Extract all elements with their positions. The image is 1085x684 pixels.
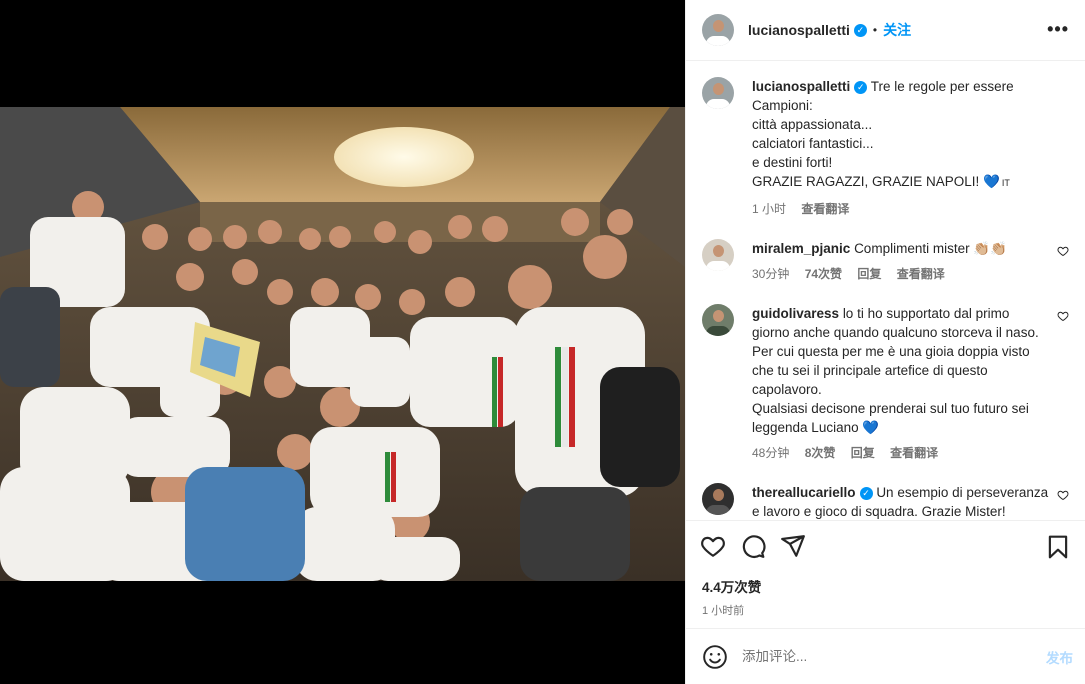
verified-badge-icon: ✓ [853, 23, 867, 37]
caption-line: Tre le regole per essere [870, 79, 1014, 94]
likes-count[interactable]: 4.4万次赞 [702, 576, 1069, 596]
comment: miralem_pjanic Complimenti mister 👏🏼👏🏼 3… [702, 239, 1069, 284]
comment-line: Un esempio di perseveranza [876, 485, 1049, 500]
comment-bubble-icon[interactable] [740, 533, 766, 559]
reply-button[interactable]: 回复 [851, 446, 875, 460]
likes-section: 4.4万次赞 1 小时前 [686, 570, 1085, 628]
comment-line: leggenda Luciano 💙 [752, 420, 880, 435]
like-comment-heart-icon[interactable] [1057, 245, 1069, 257]
verified-badge-icon: ✓ [859, 486, 873, 500]
translate-link[interactable]: 查看翻译 [897, 267, 945, 281]
avatar[interactable] [702, 14, 734, 46]
author-username[interactable]: lucianospalletti [748, 22, 850, 38]
comment-author[interactable]: miralem_pjanic [752, 241, 850, 256]
comment-likes[interactable]: 8次赞 [805, 446, 836, 460]
comment-line: e lavoro e gioco di squadra. Grazie Mist… [752, 504, 1006, 519]
language-tag: IT [1001, 178, 1010, 188]
comment: guidolivaress lo ti ho supportato dal pr… [702, 304, 1069, 463]
comment-author[interactable]: thereallucariello [752, 485, 856, 500]
post-actions [686, 520, 1085, 570]
verified-badge-icon: ✓ [854, 80, 868, 94]
comment: thereallucariello ✓ Un esempio di perseve… [702, 483, 1069, 520]
share-send-icon[interactable] [780, 533, 806, 559]
caption-line: calciatori fantastici... [752, 136, 874, 151]
comment-input[interactable] [742, 649, 1002, 664]
caption-line: GRAZIE RAGAZZI, GRAZIE NAPOLI! 💙 [752, 174, 1000, 189]
avatar[interactable] [702, 239, 734, 271]
post-sidebar: lucianospalletti ✓ • 关注 ••• lucianospall… [685, 0, 1085, 684]
comment-line: lo ti ho supportato dal primo [842, 306, 1010, 321]
emoji-icon[interactable] [702, 644, 728, 670]
post-header: lucianospalletti ✓ • 关注 ••• [686, 0, 1085, 61]
comment-line: capolavoro. [752, 382, 822, 397]
caption-line: Campioni: [752, 98, 813, 113]
comment-author[interactable]: guidolivaress [752, 306, 839, 321]
comment-line: che tu sei il principale artefice di que… [752, 363, 988, 378]
caption: lucianospalletti ✓ Tre le regole per esse… [702, 77, 1069, 219]
reply-button[interactable]: 回复 [857, 267, 881, 281]
separator-dot: • [872, 23, 878, 37]
caption-time: 1 小时 [752, 202, 787, 216]
comment-line: giorno anche quando qualcuno storceva il… [752, 325, 1039, 340]
translate-link[interactable]: 查看翻译 [801, 202, 849, 216]
post-time: 1 小时前 [702, 605, 745, 617]
team-celebration-photo [0, 107, 685, 581]
comment-composer: 发布 [686, 628, 1085, 684]
comment-time: 30分钟 [752, 267, 790, 281]
comments-list[interactable]: lucianospalletti ✓ Tre le regole per esse… [686, 61, 1085, 520]
caption-line: e destini forti! [752, 155, 833, 170]
post-media[interactable] [0, 0, 685, 684]
comment-line: Per cui questa per me è una gioia doppia… [752, 344, 1030, 359]
avatar[interactable] [702, 77, 734, 109]
comment-likes[interactable]: 74次赞 [805, 267, 842, 281]
translate-link[interactable]: 查看翻译 [890, 446, 938, 460]
comment-line: Qualsiasi decisone prenderai sul tuo fut… [752, 401, 1029, 416]
bookmark-icon[interactable] [1045, 534, 1071, 560]
comment-time: 48分钟 [752, 446, 790, 460]
caption-line: città appassionata... [752, 117, 873, 132]
avatar[interactable] [702, 483, 734, 515]
comment-text: Complimenti mister 👏🏼👏🏼 [854, 241, 1007, 256]
more-options-icon[interactable]: ••• [1047, 20, 1069, 38]
like-comment-heart-icon[interactable] [1057, 310, 1069, 322]
avatar[interactable] [702, 304, 734, 336]
like-comment-heart-icon[interactable] [1057, 489, 1069, 501]
caption-author[interactable]: lucianospalletti [752, 79, 850, 94]
like-heart-icon[interactable] [700, 533, 726, 559]
follow-button[interactable]: 关注 [883, 20, 911, 40]
post-comment-button[interactable]: 发布 [1046, 647, 1073, 667]
